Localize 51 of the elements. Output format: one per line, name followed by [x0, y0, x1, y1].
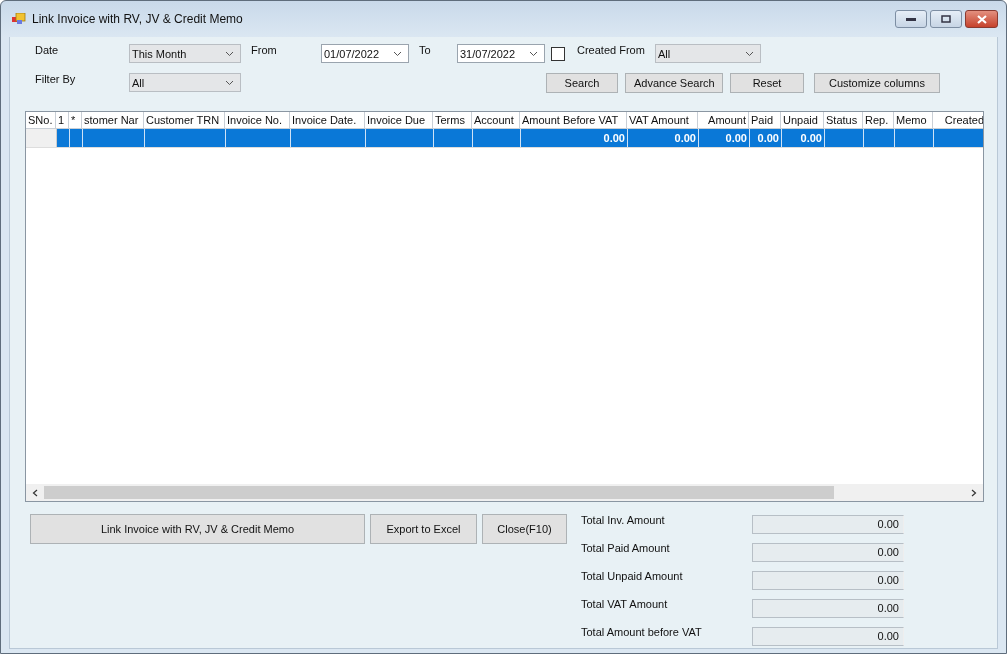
total-field: 0.00 [752, 571, 904, 590]
chevron-down-icon [529, 50, 538, 57]
total-label: Total Inv. Amount [581, 514, 666, 526]
scroll-right-icon [971, 488, 977, 497]
total-label: Total VAT Amount [581, 598, 669, 610]
from-date-picker[interactable]: 01/07/2022 [321, 44, 409, 63]
filter-by-label: Filter By [35, 72, 77, 85]
table-cell: 0.00 [521, 129, 628, 147]
action-button[interactable]: Link Invoice with RV, JV & Credit Memo [30, 514, 365, 544]
table-row[interactable]: 0.00 0.00 0.00 0.00 0.00 [26, 129, 983, 148]
chevron-down-icon [393, 50, 402, 57]
close-icon [976, 14, 987, 24]
date-range-dropdown[interactable]: This Month [129, 44, 241, 63]
maximize-icon [941, 15, 951, 23]
total-label: Total Paid Amount [581, 542, 671, 554]
toolbar-button[interactable]: Customize columns [814, 72, 940, 93]
toolbar-button[interactable]: Reset [730, 72, 804, 93]
maximize-button[interactable] [930, 10, 962, 28]
created-from-checkbox[interactable] [551, 46, 565, 61]
from-label: From [251, 43, 278, 56]
table-cell: 0.00 [750, 129, 782, 147]
total-field: 0.00 [752, 543, 904, 562]
table-cell: 0.00 [699, 129, 750, 147]
date-label: Date [35, 43, 60, 56]
minimize-icon [906, 17, 916, 21]
scrollbar-thumb[interactable] [44, 486, 834, 499]
created-from-label: Created From [577, 43, 646, 56]
app-icon [12, 13, 26, 25]
total-field: 0.00 [752, 627, 904, 646]
table-cell: 0.00 [628, 129, 699, 147]
toolbar-button[interactable]: Advance Search [625, 72, 723, 93]
to-label: To [419, 43, 432, 56]
toolbar-button[interactable]: Search [546, 72, 618, 93]
chevron-down-icon [225, 50, 234, 57]
scroll-left-icon [32, 488, 38, 497]
window-title: Link Invoice with RV, JV & Credit Memo [32, 12, 243, 26]
total-label: Total Unpaid Amount [581, 570, 684, 582]
filter-by-dropdown[interactable]: All [129, 73, 241, 92]
minimize-button[interactable] [895, 10, 927, 28]
chevron-down-icon [745, 50, 754, 57]
action-button[interactable]: Close(F10) [482, 514, 567, 544]
total-field: 0.00 [752, 515, 904, 534]
action-button[interactable]: Export to Excel [370, 514, 477, 544]
to-date-picker[interactable]: 31/07/2022 [457, 44, 545, 63]
close-button[interactable] [965, 10, 998, 28]
created-from-dropdown[interactable]: All [655, 44, 761, 63]
chevron-down-icon [225, 79, 234, 86]
total-label: Total Amount before VAT [581, 626, 703, 638]
table-cell: 0.00 [782, 129, 825, 147]
total-field: 0.00 [752, 599, 904, 618]
horizontal-scrollbar[interactable] [26, 484, 983, 501]
